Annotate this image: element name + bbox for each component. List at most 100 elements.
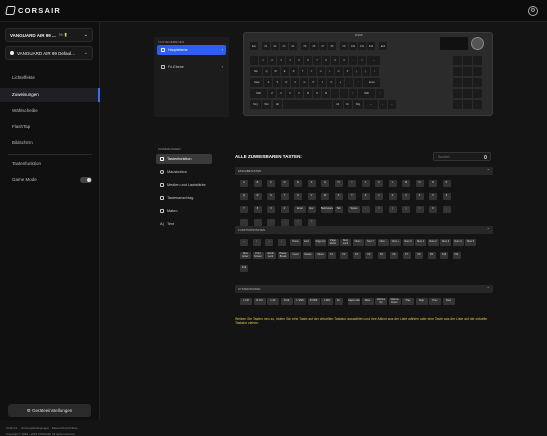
section-system-keys[interactable]: SYSTEMTASTEN ⌃ [235,285,493,293]
assignable-key[interactable]: O [429,180,437,187]
section-input-keys[interactable]: EINGABETASTEN ⌃ [235,167,493,175]
assignable-key[interactable]: Scroll Lock [265,252,276,259]
keyboard-key[interactable] [283,100,332,109]
keyboard-key[interactable]: F7 [319,42,327,50]
keyboard-key[interactable]: Win [261,100,272,109]
assignable-key[interactable]: J [361,180,370,187]
assignable-key[interactable]: Num 3 [440,239,451,246]
numpad-key[interactable] [453,100,462,109]
assignable-key[interactable]: 9 [267,206,275,213]
keyboard-key[interactable]: F12 [367,42,375,50]
keyboard-key[interactable]: ↑ [376,89,384,98]
assignable-key[interactable]: - [361,206,370,213]
assignable-key[interactable]: S [267,193,275,200]
assignable-key[interactable]: F6 [390,252,398,259]
keyboard-key[interactable]: Y [307,67,316,76]
keyboard-key[interactable]: Tab [250,67,262,76]
assignable-key[interactable]: L Alt [267,298,279,305]
keyboard-key[interactable]: Shift [250,89,267,98]
keyboard-key[interactable]: , [331,89,339,98]
numpad-key[interactable] [453,56,462,65]
assignable-key[interactable]: 6 [442,193,451,200]
numpad-key[interactable] [473,89,482,98]
numpad-key[interactable] [463,78,472,87]
keyboard-key[interactable]: K [327,78,336,87]
assignable-key[interactable]: R Alt [280,298,293,305]
assignable-key[interactable]: Pause Break [277,252,289,259]
category-mouse-button[interactable]: Mausbutton [156,167,212,177]
keyboard-key[interactable]: 8 [322,56,330,65]
assignable-key[interactable]: = [375,206,383,213]
keyboard-key[interactable]: A [264,78,273,87]
assignable-key[interactable]: P [442,180,451,187]
assignable-key[interactable]: V [307,193,316,200]
keyboard-key[interactable]: Entf [379,42,387,50]
assignable-key[interactable]: ] [402,206,410,213]
keyboard-key[interactable]: → [387,100,396,109]
sidebar-item-assignments[interactable]: Zuweisungen [0,88,100,102]
keyboard-key[interactable]: F [291,78,300,87]
assignable-key[interactable]: R Shift [307,298,320,305]
assignable-key[interactable]: C [267,180,275,187]
assignable-key[interactable]: F11 [452,252,461,259]
keyboard-key[interactable]: F5 [301,42,309,50]
assignable-key[interactable]: Next [442,298,455,305]
assignable-key[interactable]: Volume Up [375,298,387,305]
assignable-key[interactable]: Enter [294,206,306,213]
numpad-key[interactable] [463,100,472,109]
assignable-key[interactable]: D [280,180,289,187]
assignable-key[interactable]: Menu [315,252,326,259]
keyboard-key[interactable]: E [280,67,289,76]
assignable-key[interactable]: Num Enter [240,252,251,259]
assignable-key[interactable]: ' [240,219,248,226]
device-selector[interactable]: VANGUARD AIR 99 ... 99 🔋 ⌄ [5,28,93,42]
assignable-key[interactable]: Num 2 [427,239,439,246]
keyboard-key[interactable]: D [282,78,291,87]
keyboard-key[interactable]: 1 [259,56,267,65]
keyboard-key[interactable]: R [289,67,298,76]
sidebar-item-screen[interactable]: Bildschirm [0,136,100,150]
assignable-key[interactable]: R [253,193,262,200]
assignable-key[interactable]: Fn [334,298,343,305]
keyboard-key[interactable]: G [300,78,309,87]
section-function-keys[interactable]: FUNKTIONSTASTEN ⌃ [235,226,493,234]
assignable-key[interactable]: Mute [361,298,374,305]
category-macro[interactable]: Makro [156,206,212,216]
assignable-key[interactable]: ← [240,239,248,246]
assignable-key[interactable]: Prev [429,298,441,305]
assignable-key[interactable]: L [388,180,397,187]
keyboard-key[interactable]: Shift [358,89,375,98]
numpad-key[interactable] [473,67,482,76]
keyboard-key[interactable]: . [340,89,348,98]
assignable-key[interactable]: F [307,180,316,187]
keyboard-key[interactable]: \ [370,67,379,76]
category-text[interactable]: A| Text [156,219,212,229]
keyboard-key[interactable]: F8 [328,42,336,50]
assignable-key[interactable]: Tab [334,206,343,213]
assignable-key[interactable]: G [321,180,329,187]
assignable-key[interactable]: L Ctrl [240,298,252,305]
assignable-key[interactable]: F10 [440,252,448,259]
profile-selector[interactable]: VANGUARD AIR 99 Defaul... ⌄ [5,46,93,60]
keyboard-key[interactable]: U [316,67,325,76]
keyboard-key[interactable]: F3 [280,42,288,50]
assignable-key[interactable]: Z [361,193,370,200]
keyboard-key[interactable]: Strg [352,100,364,109]
assignable-key[interactable]: 8 [253,206,262,213]
keyboard-key[interactable]: J [318,78,327,87]
assignable-key[interactable]: 4 [415,193,424,200]
keyboard-key[interactable]: ; [345,78,354,87]
keyboard-key[interactable]: 5 [295,56,303,65]
category-keystroke[interactable]: Tastenanschlag [156,193,212,203]
assignable-key[interactable]: Num 5 [465,239,476,246]
numpad-key[interactable] [453,67,462,76]
assignable-key[interactable]: M [402,180,410,187]
assignable-key[interactable]: F12 [240,265,248,272]
keyboard-key[interactable]: 9 [331,56,339,65]
keyboard-key[interactable]: X [277,89,285,98]
assignable-key[interactable]: 5 [429,193,437,200]
assignable-key[interactable]: U [294,193,302,200]
assignable-key[interactable]: Space [348,206,360,213]
assignable-key[interactable]: Num Lock [340,239,351,246]
keyboard-key[interactable]: ↓ [378,100,387,109]
